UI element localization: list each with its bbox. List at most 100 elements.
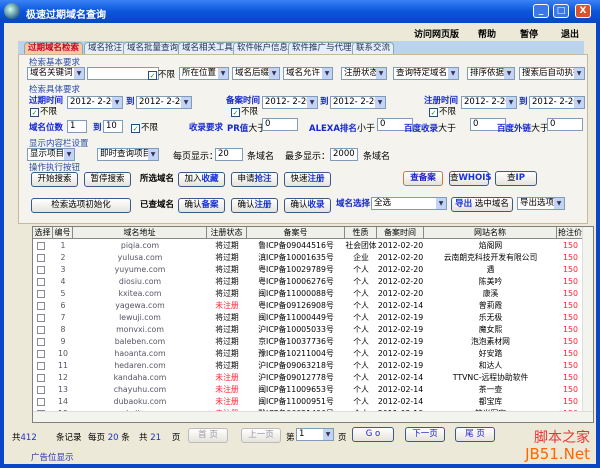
maximize-button[interactable]: □ bbox=[553, 4, 569, 18]
row-checkbox[interactable] bbox=[37, 278, 45, 286]
table-row[interactable]: 6 yagewa.com 未注册 粤ICP备09126908号 个人 2012-02-14… bbox=[33, 300, 581, 312]
table-row[interactable]: 11 hedaren.com 将过期 沪ICP备09063218号 个人 2012-02-… bbox=[33, 360, 581, 372]
reg-unlimited-checkbox[interactable]: ✓ 不限 bbox=[429, 105, 456, 117]
menu-help[interactable]: 帮助 bbox=[478, 27, 496, 40]
row-checkbox[interactable] bbox=[37, 338, 45, 346]
apply-snap-button[interactable]: 申请抢注 bbox=[231, 172, 278, 187]
next-page-button[interactable]: 下一页 bbox=[405, 427, 445, 442]
pr-spinner[interactable]: 0 bbox=[262, 118, 298, 131]
export-button[interactable]: 导出 选中域名 bbox=[451, 197, 513, 212]
icp-unlimited-checkbox[interactable]: ✓ 不限 bbox=[231, 105, 258, 117]
icp-from-date[interactable]: 2012- 2-20 ▼ bbox=[262, 96, 318, 109]
close-button[interactable]: X bbox=[575, 4, 591, 18]
reset-options-button[interactable]: 检索选项初始化 bbox=[31, 198, 131, 213]
tab-promotion[interactable]: 软件推广与代理 bbox=[288, 42, 356, 54]
col-number[interactable]: 编号 bbox=[53, 227, 73, 239]
check-icp-button[interactable]: 查备案 bbox=[403, 171, 443, 186]
menu-pause[interactable]: 暂停 bbox=[520, 27, 538, 40]
row-checkbox[interactable] bbox=[37, 242, 45, 250]
confirm-index-button[interactable]: 确认收录 bbox=[284, 198, 331, 213]
digits-from-input[interactable]: 1 bbox=[67, 120, 87, 133]
sort-select[interactable]: 排序依据 ▼ bbox=[467, 67, 515, 80]
row-checkbox[interactable] bbox=[37, 398, 45, 406]
expire-to-date[interactable]: 2012- 2-20 ▼ bbox=[136, 96, 192, 109]
table-row[interactable]: 8 monvxi.com 将过期 沪ICP备10005033号 个人 2012-02-19… bbox=[33, 324, 581, 336]
tab-snap[interactable]: 域名抢注 bbox=[84, 42, 127, 54]
horizontal-scrollbar[interactable] bbox=[33, 411, 593, 422]
row-checkbox[interactable] bbox=[37, 314, 45, 322]
col-icp[interactable]: 备案号 bbox=[247, 227, 345, 239]
confirm-icp-button[interactable]: 确认备案 bbox=[178, 198, 225, 213]
auto-exec-select[interactable]: 搜索后自动执行 ▼ bbox=[519, 67, 585, 80]
start-search-button[interactable]: 开始搜索 bbox=[31, 172, 78, 187]
minimize-button[interactable]: _ bbox=[533, 4, 549, 18]
table-row[interactable]: 7 lewuji.com 将过期 闽ICP备11000449号 个人 2012-02-19… bbox=[33, 312, 581, 324]
show-items-select[interactable]: 显示项目 ▼ bbox=[27, 148, 75, 161]
table-row[interactable]: 12 kandaha.com 未注册 沪ICP备09012778号 个人 2012-02-… bbox=[33, 372, 581, 384]
ad-space[interactable]: 广告位显示 bbox=[31, 451, 74, 463]
go-button[interactable]: G o bbox=[352, 427, 394, 442]
domain-select[interactable]: 全选 ▼ bbox=[371, 197, 447, 210]
reg-from-date[interactable]: 2012- 2-20 ▼ bbox=[461, 96, 517, 109]
per-page-input[interactable]: 20 bbox=[215, 148, 243, 161]
table-row[interactable]: 14 dubaoku.com 未注册 闽ICP备11000951号 个人 2012-02-… bbox=[33, 396, 581, 408]
reg-to-date[interactable]: 2012- 2-20 ▼ bbox=[529, 96, 585, 109]
quick-register-button[interactable]: 快速注册 bbox=[284, 172, 331, 187]
digits-unlimited-checkbox[interactable]: ✓ 不限 bbox=[131, 121, 158, 133]
keyword-select[interactable]: 域名关键词 ▼ bbox=[27, 67, 85, 80]
export-options-select[interactable]: 导出选项 ▼ bbox=[517, 197, 565, 210]
table-row[interactable]: 1 piqia.com 将过期 鲁ICP备09044516号 社会团体 2012-02-2… bbox=[33, 240, 581, 252]
tab-account[interactable]: 软件帐户信息 bbox=[233, 42, 293, 54]
expire-unlimited-checkbox[interactable]: ✓ 不限 bbox=[30, 105, 57, 117]
pause-search-button[interactable]: 暂停搜索 bbox=[84, 172, 131, 187]
links-spinner[interactable]: 0 bbox=[547, 118, 583, 131]
digits-to-input[interactable]: 10 bbox=[103, 120, 123, 133]
col-icp-date[interactable]: 备案时间 bbox=[377, 227, 424, 239]
col-type[interactable]: 性质 bbox=[345, 227, 377, 239]
confirm-reg-button[interactable]: 确认注册 bbox=[231, 198, 278, 213]
allow-select[interactable]: 域名允许 ▼ bbox=[283, 67, 333, 80]
table-row[interactable]: 13 chayuhu.com 未注册 闽ICP备11009653号 个人 2012-02-… bbox=[33, 384, 581, 396]
row-checkbox[interactable] bbox=[37, 254, 45, 262]
add-favorite-button[interactable]: 加入收藏 bbox=[178, 172, 225, 187]
table-row[interactable]: 4 diosiu.com 将过期 粤ICP备10006276号 个人 2012-02-20… bbox=[33, 276, 581, 288]
tab-expired-search[interactable]: 过期域名检索 bbox=[24, 42, 84, 54]
max-input[interactable]: 2000 bbox=[330, 148, 358, 161]
icp-to-date[interactable]: 2012- 2-20 ▼ bbox=[330, 96, 386, 109]
tab-contact[interactable]: 联系交流 bbox=[352, 42, 395, 54]
row-checkbox[interactable] bbox=[37, 350, 45, 358]
col-select[interactable]: 选择 bbox=[33, 227, 53, 239]
menu-web-version[interactable]: 访问网页版 bbox=[414, 27, 459, 40]
row-checkbox[interactable] bbox=[37, 326, 45, 334]
tab-batch-query[interactable]: 域名批量查询 bbox=[123, 42, 183, 54]
row-checkbox[interactable] bbox=[37, 266, 45, 274]
menu-exit[interactable]: 退出 bbox=[561, 27, 579, 40]
position-select[interactable]: 所在位置 ▼ bbox=[179, 67, 229, 80]
vertical-scrollbar[interactable] bbox=[582, 227, 593, 413]
row-checkbox[interactable] bbox=[37, 290, 45, 298]
tab-tools[interactable]: 域名相关工具 bbox=[178, 42, 238, 54]
prev-page-button[interactable]: 上一页 bbox=[241, 428, 281, 443]
col-site-name[interactable]: 网站名称 bbox=[424, 227, 557, 239]
col-status[interactable]: 注册状态 bbox=[207, 227, 247, 239]
reg-status-select[interactable]: 注册状态 ▼ bbox=[341, 67, 387, 80]
col-price[interactable]: 抢注价 bbox=[557, 227, 584, 239]
table-row[interactable]: 9 baleben.com 将过期 京ICP备10037736号 个人 2012-02-1… bbox=[33, 336, 581, 348]
instant-items-select[interactable]: 即时查询项目 ▼ bbox=[97, 148, 159, 161]
table-row[interactable]: 3 yuyume.com 将过期 粤ICP备10029789号 个人 2012-02-20… bbox=[33, 264, 581, 276]
row-checkbox[interactable] bbox=[37, 386, 45, 394]
col-domain[interactable]: 域名地址 bbox=[73, 227, 207, 239]
table-row[interactable]: 10 haoanta.com 将过期 豫ICP备10211004号 个人 2012-02-… bbox=[33, 348, 581, 360]
table-row[interactable]: 5 kxitea.com 将过期 闽ICP备11000088号 个人 2012-02-20… bbox=[33, 288, 581, 300]
row-checkbox[interactable] bbox=[37, 374, 45, 382]
query-specific-select[interactable]: 查询特定域名 ▼ bbox=[393, 67, 459, 80]
suffix-select[interactable]: 域名后缀 ▼ bbox=[232, 67, 280, 80]
check-whois-button[interactable]: 查WHOIS bbox=[449, 171, 492, 186]
row-checkbox[interactable] bbox=[37, 362, 45, 370]
page-select[interactable]: 1 ▼ bbox=[296, 428, 334, 441]
table-row[interactable]: 2 yulusa.com 将过期 滇ICP备10001635号 企业 2012-02-20… bbox=[33, 252, 581, 264]
expire-from-date[interactable]: 2012- 2-20 ▼ bbox=[67, 96, 123, 109]
row-checkbox[interactable] bbox=[37, 302, 45, 310]
last-page-button[interactable]: 尾 页 bbox=[455, 427, 495, 442]
keyword-unlimited-checkbox[interactable]: ✓ 不限 bbox=[148, 68, 175, 80]
